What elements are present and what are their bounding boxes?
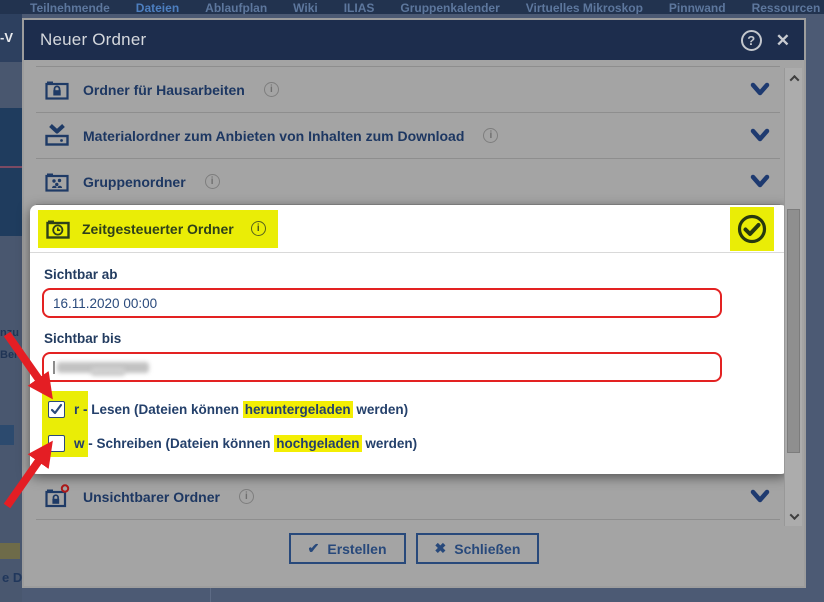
info-icon[interactable] [264,82,279,97]
folder-type-row-materialordner[interactable]: Materialordner zum Anbieten von Inhalten… [36,113,780,159]
folder-type-list: Ordner für Hausarbeiten Materialordner z… [36,66,780,520]
folder-type-label: Unsichtbarer Ordner [83,489,220,505]
info-icon[interactable] [205,174,220,189]
permission-checkboxes: r - Lesen (Dateien können heruntergelade… [42,398,776,454]
expanded-folder-panel: Zeitgesteuerter Ordner Sichtbar ab 16.11… [30,205,788,474]
course-nav-bar: Teilnehmende Dateien Ablaufplan Wiki ILI… [0,0,824,14]
background-decoration [0,425,14,445]
background-text-fragment: -V [0,30,13,45]
folder-group-icon [44,169,70,195]
permission-row-write: w - Schreiben (Dateien können hochgelade… [42,432,776,454]
check-icon: ✔ [308,540,320,557]
dialog-titlebar: Neuer Ordner ? ✕ [24,20,804,60]
visible-from-input[interactable]: 16.11.2020 00:00 [42,288,722,318]
read-checkbox[interactable] [48,401,65,418]
nav-item[interactable]: Wiki [293,0,318,14]
nav-item[interactable]: Teilnehmende [30,0,110,14]
folder-type-label: Materialordner zum Anbieten von Inhalten… [83,128,464,144]
folder-lock-icon [44,77,70,103]
dialog-title: Neuer Ordner [40,30,146,50]
check-circle-icon [736,213,768,245]
close-button[interactable]: ✖ Schließen [416,533,540,564]
permission-row-read: r - Lesen (Dateien können heruntergelade… [42,398,776,420]
scroll-down-arrow[interactable] [785,508,803,524]
timed-folder-form: Sichtbar ab 16.11.2020 00:00 Sichtbar bi… [30,253,788,474]
x-icon: ✖ [435,540,447,557]
scrollbar-thumb[interactable] [787,209,800,453]
visible-until-label: Sichtbar bis [44,331,776,346]
background-page-strip [0,14,22,602]
folder-download-icon [44,123,70,149]
dialog-scrollbar[interactable] [784,68,802,526]
folder-type-row-unsichtbar[interactable]: Unsichtbarer Ordner [36,474,780,520]
info-icon[interactable] [251,221,266,236]
folder-clock-icon [45,216,71,242]
nav-item[interactable]: Gruppenkalender [400,0,499,14]
write-permission-label: w - Schreiben (Dateien können hochgelade… [74,436,417,451]
info-icon[interactable] [239,489,254,504]
redacted-value [53,359,125,376]
annotation-highlight-word: hochgeladen [274,435,361,452]
background-text-fragment: nzu [0,327,19,339]
folder-type-label: Gruppenordner [83,174,186,190]
folder-type-label: Ordner für Hausarbeiten [83,82,245,98]
dialog-footer: ✔ Erstellen ✖ Schließen [24,533,804,564]
nav-item[interactable]: Pinnwand [669,0,726,14]
dialog-body: Ordner für Hausarbeiten Materialordner z… [24,66,804,592]
folder-type-row-gruppenordner[interactable]: Gruppenordner [36,159,780,205]
write-checkbox[interactable] [48,435,65,452]
folder-type-row-zeitgesteuert[interactable]: Zeitgesteuerter Ordner [30,205,788,253]
close-icon[interactable]: ✕ [776,32,790,49]
chevron-down-icon[interactable] [750,174,770,190]
background-content-block [0,108,22,236]
nav-item[interactable]: Virtuelles Mikroskop [526,0,643,14]
nav-item-dateien[interactable]: Dateien [136,0,179,14]
new-folder-dialog: Neuer Ordner ? ✕ Ordner für Hausarbeiten [22,18,806,588]
nav-item[interactable]: ILIAS [344,0,375,14]
info-icon[interactable] [483,128,498,143]
visible-until-input[interactable] [42,352,722,382]
annotation-highlight-word: heruntergeladen [243,401,353,418]
read-permission-label: r - Lesen (Dateien können heruntergelade… [74,402,408,417]
folder-type-label: Zeitgesteuerter Ordner [82,221,234,237]
chevron-down-icon[interactable] [750,82,770,98]
chevron-down-icon[interactable] [750,489,770,505]
help-icon[interactable]: ? [741,30,762,51]
scroll-up-arrow[interactable] [785,70,803,86]
folder-invisible-icon [44,484,70,510]
background-text-fragment: Bere [0,349,24,361]
background-decoration [0,166,22,168]
visible-from-label: Sichtbar ab [44,267,776,282]
nav-item[interactable]: Ablaufplan [205,0,267,14]
nav-item[interactable]: Ressourcen [752,0,821,14]
annotation-highlight-label: Zeitgesteuerter Ordner [38,210,278,248]
chevron-down-icon[interactable] [750,128,770,144]
annotation-highlight-check [730,207,774,251]
folder-type-row-hausarbeiten[interactable]: Ordner für Hausarbeiten [36,67,780,113]
create-button[interactable]: ✔ Erstellen [289,533,406,564]
background-decoration [0,543,20,559]
visible-from-value: 16.11.2020 00:00 [53,296,157,311]
